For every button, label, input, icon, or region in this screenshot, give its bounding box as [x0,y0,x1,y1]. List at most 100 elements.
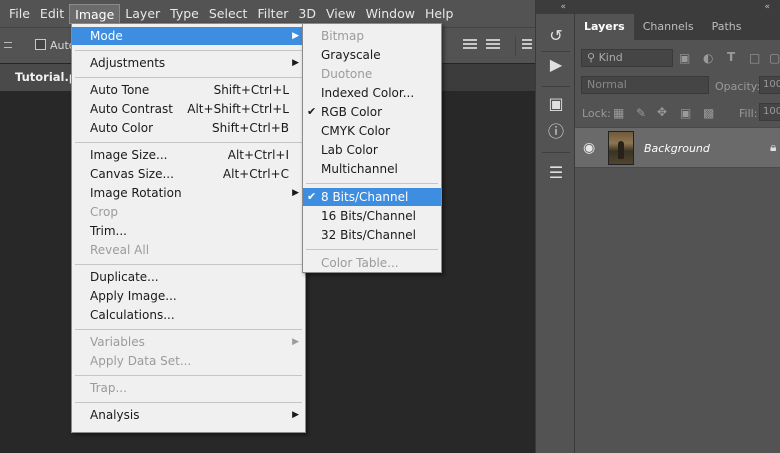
align-left-icon[interactable] [522,37,532,53]
menu-item-label: 8 Bits/Channel [321,190,409,204]
lock-position-icon[interactable]: ✥ [657,105,667,119]
menu-item-label: Trap... [90,381,127,395]
filter-row: ⚲ Kind ▣ ◐ T □ ▢ [575,46,780,72]
collapse-dock-icon[interactable]: « [536,0,576,14]
menu-item-color-table: Color Table... [303,254,441,272]
dock-separator [542,86,570,87]
shape-filter-icon[interactable]: □ [749,51,760,65]
menu-separator [75,264,302,265]
menu-filter[interactable]: Filter [252,4,293,24]
lock-all-icon[interactable]: ▩ [703,106,714,120]
menu-type[interactable]: Type [165,4,204,24]
menu-item-calculations[interactable]: Calculations... [72,306,305,324]
menu-item-label: Duotone [321,67,373,81]
opacity-label: Opacity: [715,80,761,93]
menu-item-label: RGB Color [321,105,383,119]
menu-item-cmyk-color[interactable]: CMYK Color [303,122,441,140]
align-top-icon[interactable] [463,37,477,53]
menu-edit[interactable]: Edit [35,4,69,24]
menu-item-auto-color[interactable]: Auto Color Shift+Ctrl+B [72,119,305,137]
menu-item-mode[interactable]: Mode ▶ [72,27,305,45]
history-icon[interactable]: ↺ [546,26,566,46]
menu-item-label: 16 Bits/Channel [321,209,416,223]
auto-select-checkbox[interactable] [35,39,46,50]
tab-layers[interactable]: Layers [575,14,634,40]
menu-item-label: Grayscale [321,48,381,62]
adjustment-filter-icon[interactable]: ◐ [703,51,713,65]
menu-item-lab-color[interactable]: Lab Color [303,141,441,159]
3d-cube-icon[interactable]: ▣ [546,94,566,114]
menu-view[interactable]: View [321,4,361,24]
menu-item-8-bits-channel[interactable]: ✔ 8 Bits/Channel [303,188,441,206]
menu-item-shortcut: Alt+Ctrl+I [227,148,289,162]
menu-item-apply-image[interactable]: Apply Image... [72,287,305,305]
menu-item-duplicate[interactable]: Duplicate... [72,268,305,286]
menu-item-image-rotation[interactable]: Image Rotation ▶ [72,184,305,202]
menu-item-32-bits-channel[interactable]: 32 Bits/Channel [303,226,441,244]
menu-item-analysis[interactable]: Analysis ▶ [72,406,305,424]
menu-separator [75,77,302,78]
tab-paths[interactable]: Paths [703,14,751,40]
menu-separator [306,183,438,184]
properties-icon[interactable]: ☰ [546,163,566,183]
menu-item-adjustments[interactable]: Adjustments ▶ [72,54,305,72]
menu-item-multichannel[interactable]: Multichannel [303,160,441,178]
menu-item-label: Auto Color [90,121,154,135]
options-separator [515,36,516,56]
blend-mode-select[interactable]: Normal [581,76,709,94]
submenu-arrow-icon: ▶ [292,188,299,198]
fill-field[interactable]: 100 [759,103,780,121]
menu-item-label: Lab Color [321,143,378,157]
menu-help[interactable]: Help [420,4,459,24]
actions-play-icon[interactable]: ▶ [546,55,566,75]
submenu-arrow-icon: ▶ [292,337,299,347]
menu-item-label: Adjustments [90,56,166,70]
lock-pixels-icon[interactable]: ✎ [636,106,646,120]
tab-channels[interactable]: Channels [634,14,703,40]
kind-filter-select[interactable]: ⚲ Kind [581,49,673,67]
lock-transparent-icon[interactable]: ▦ [613,106,624,120]
menu-item-label: Apply Image... [90,289,177,303]
menu-item-label: Calculations... [90,308,175,322]
smart-object-filter-icon[interactable]: ▢ [769,51,780,65]
menu-item-reveal-all: Reveal All [72,241,305,259]
menu-file[interactable]: File [4,4,35,24]
menu-image[interactable]: Image [69,3,121,24]
menu-item-auto-contrast[interactable]: Auto Contrast Alt+Shift+Ctrl+L [72,100,305,118]
menu-item-trim[interactable]: Trim... [72,222,305,240]
menu-item-canvas-size[interactable]: Canvas Size... Alt+Ctrl+C [72,165,305,183]
dock-separator [542,51,570,52]
menu-window[interactable]: Window [361,4,420,24]
menu-select[interactable]: Select [204,4,253,24]
menu-layer[interactable]: Layer [120,4,165,24]
menu-item-label: Crop [90,205,119,219]
menu-item-label: Color Table... [321,256,399,270]
fill-label: Fill: [739,107,758,120]
submenu-arrow-icon: ▶ [292,31,299,41]
lock-icon: 🔒︎ [770,140,777,154]
layers-panel: « Layers Channels Paths ⚲ Kind ▣ ◐ T □ ▢… [575,0,780,453]
menu-item-label: Auto Tone [90,83,150,97]
collapse-panel-icon[interactable]: « [575,0,780,14]
pixel-filter-icon[interactable]: ▣ [679,51,690,65]
lock-artboard-icon[interactable]: ▣ [680,106,691,120]
menu-item-auto-tone[interactable]: Auto Tone Shift+Ctrl+L [72,81,305,99]
align-vcenter-icon[interactable] [486,37,500,53]
layer-row-background[interactable]: ◉ Background 🔒︎ [575,127,780,168]
menu-item-rgb-color[interactable]: ✔ RGB Color [303,103,441,121]
opacity-field[interactable]: 100 [759,76,780,94]
menu-3d[interactable]: 3D [293,4,321,24]
menu-item-image-size[interactable]: Image Size... Alt+Ctrl+I [72,146,305,164]
eye-visibility-icon[interactable]: ◉ [583,140,595,156]
document-tab[interactable]: Tutorial.psd [0,64,80,91]
menu-item-16-bits-channel[interactable]: 16 Bits/Channel [303,207,441,225]
type-filter-icon[interactable]: T [727,50,735,64]
tool-preset-icon[interactable] [4,42,12,48]
menu-item-indexed-color[interactable]: Indexed Color... [303,84,441,102]
info-icon[interactable]: ⓘ [546,122,566,142]
menu-item-label: Bitmap [321,29,364,43]
menu-item-shortcut: Shift+Ctrl+L [213,83,289,97]
submenu-arrow-icon: ▶ [292,410,299,420]
menu-item-grayscale[interactable]: Grayscale [303,46,441,64]
menu-item-label: Reveal All [90,243,150,257]
